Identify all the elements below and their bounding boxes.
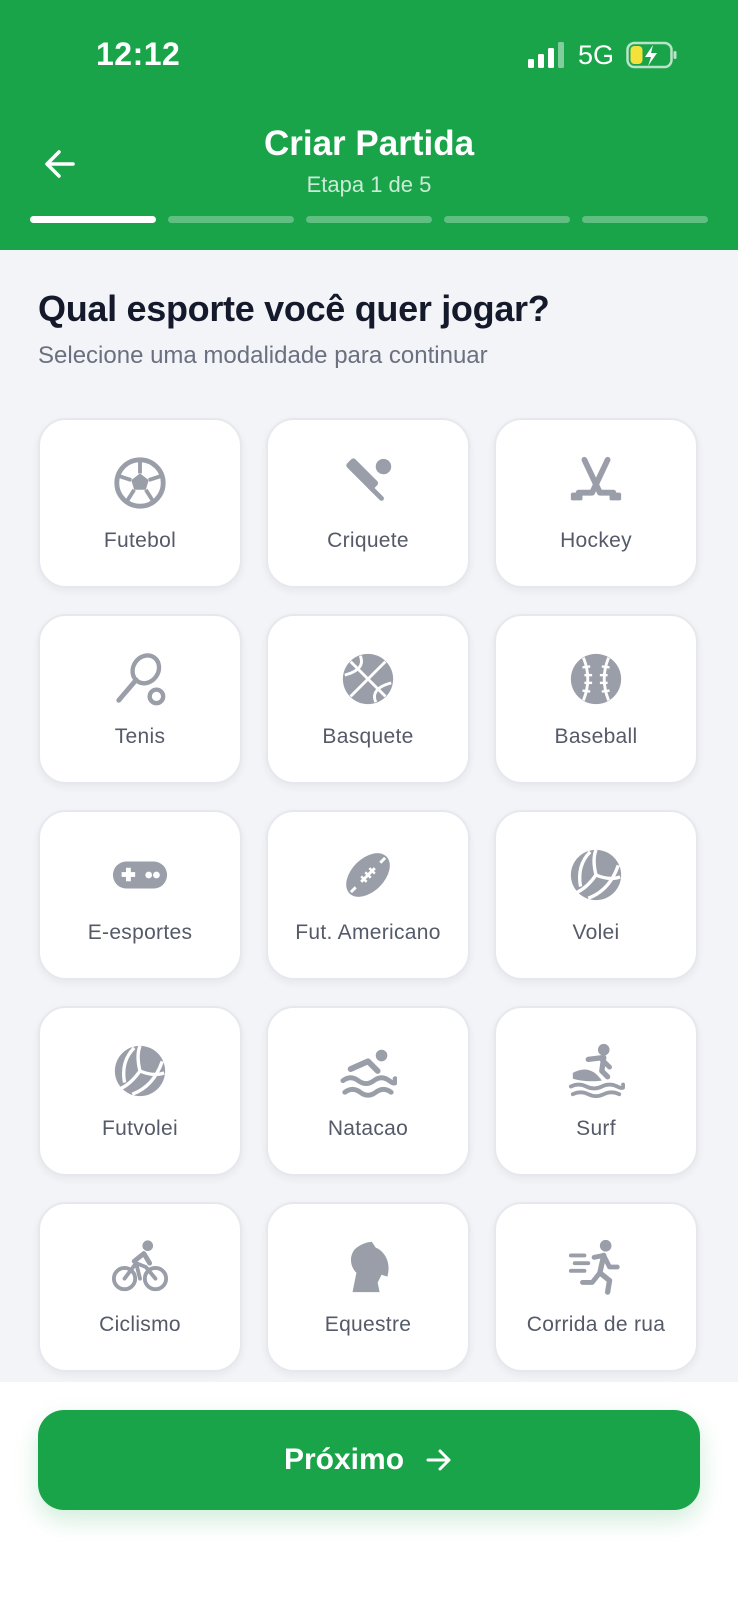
progress-segment-3 [306,216,432,223]
sport-label: Tenis [114,725,166,748]
runner-icon [566,1237,626,1297]
sport-card-surf[interactable]: Surf [494,1006,698,1176]
volleyball-icon [114,1045,166,1097]
horse-head-icon [350,1241,389,1293]
sport-card-ciclismo[interactable]: Ciclismo [38,1202,242,1372]
arrow-right-icon [426,1449,451,1471]
sport-label: E-esportes [87,921,193,944]
sport-label: Fut. Americano [295,921,441,944]
app-header: 12:12 5G Criar Partida Etapa 1 de 5 [0,0,738,250]
sport-card-natacao[interactable]: Natacao [266,1006,470,1176]
volleyball-icon [570,849,622,901]
next-button-label: Próximo [283,1443,405,1476]
sport-card-criquete[interactable]: Criquete [266,418,470,588]
sport-label: Volei [572,921,620,944]
surfer-icon [566,1041,626,1101]
gamepad-icon [112,861,168,889]
sport-card-volei[interactable]: Volei [494,810,698,980]
status-bar: 12:12 5G [0,0,738,110]
sport-card-corrida-de-rua[interactable]: Corrida de rua [494,1202,698,1372]
sport-label: Ciclismo [99,1313,181,1336]
sport-label: Equestre [324,1313,412,1336]
step-indicator: Etapa 1 de 5 [306,172,432,197]
cyclist-icon [111,1240,169,1292]
volleyball-icon [566,845,626,905]
volleyball-icon [110,1041,170,1101]
baseball-icon [566,649,626,709]
sport-card-e-esportes[interactable]: E-esportes [38,810,242,980]
tennis-racket-icon [116,653,166,706]
tennis-racket-icon [110,649,170,709]
cricket-icon [338,453,398,513]
sport-label: Futvolei [102,1117,178,1140]
sport-card-basquete[interactable]: Basquete [266,614,470,784]
baseball-icon [570,653,622,705]
soccer-ball-icon [114,457,166,509]
question-heading: Qual esporte você quer jogar? [38,288,550,329]
sport-card-baseball[interactable]: Baseball [494,614,698,784]
sport-label: Baseball [554,725,638,748]
swimmer-icon [340,1049,397,1098]
sport-label: Hockey [560,529,632,552]
sport-card-hockey[interactable]: Hockey [494,418,698,588]
football-icon [346,853,390,897]
sport-card-equestre[interactable]: Equestre [266,1202,470,1372]
progress-segment-1 [30,216,156,223]
next-button[interactable]: Próximo [38,1410,700,1510]
sport-label: Futebol [103,529,177,552]
soccer-ball-icon [110,453,170,513]
gamepad-icon [110,845,170,905]
progress-segment-5 [582,216,708,223]
surfer-icon [568,1043,625,1099]
sport-label: Surf [576,1117,616,1140]
cyclist-icon [110,1237,170,1297]
sport-label: Corrida de rua [526,1313,666,1336]
swimmer-icon [338,1041,398,1101]
sport-label: Basquete [322,725,414,748]
sport-card-tenis[interactable]: Tenis [38,614,242,784]
sport-card-futebol[interactable]: Futebol [38,418,242,588]
cricket-icon [346,458,392,501]
page-title: Criar Partida [263,124,475,163]
basketball-icon [338,649,398,709]
progress-segment-2 [168,216,294,223]
battery-charging-icon [626,41,677,69]
basketball-icon [342,653,394,705]
signal-bars-icon [528,42,564,68]
hockey-sticks-icon [566,453,626,513]
sport-card-fut-americano[interactable]: Fut. Americano [266,810,470,980]
sport-label: Criquete [327,529,409,552]
network-label: 5G [578,40,615,70]
sport-label: Natacao [327,1117,409,1140]
hockey-sticks-icon [570,456,622,501]
step-progress-bar [30,216,708,224]
instruction-text: Selecione uma modalidade para continuar [38,342,488,369]
progress-segment-4 [444,216,570,223]
runner-icon [568,1239,620,1295]
football-icon [338,845,398,905]
horse-head-icon [338,1237,398,1297]
sport-card-futvolei[interactable]: Futvolei [38,1006,242,1176]
sport-grid: Futebol Criquete Hockey Tenis Basquete Baseba… [38,418,700,1372]
status-time: 12:12 [96,36,181,72]
